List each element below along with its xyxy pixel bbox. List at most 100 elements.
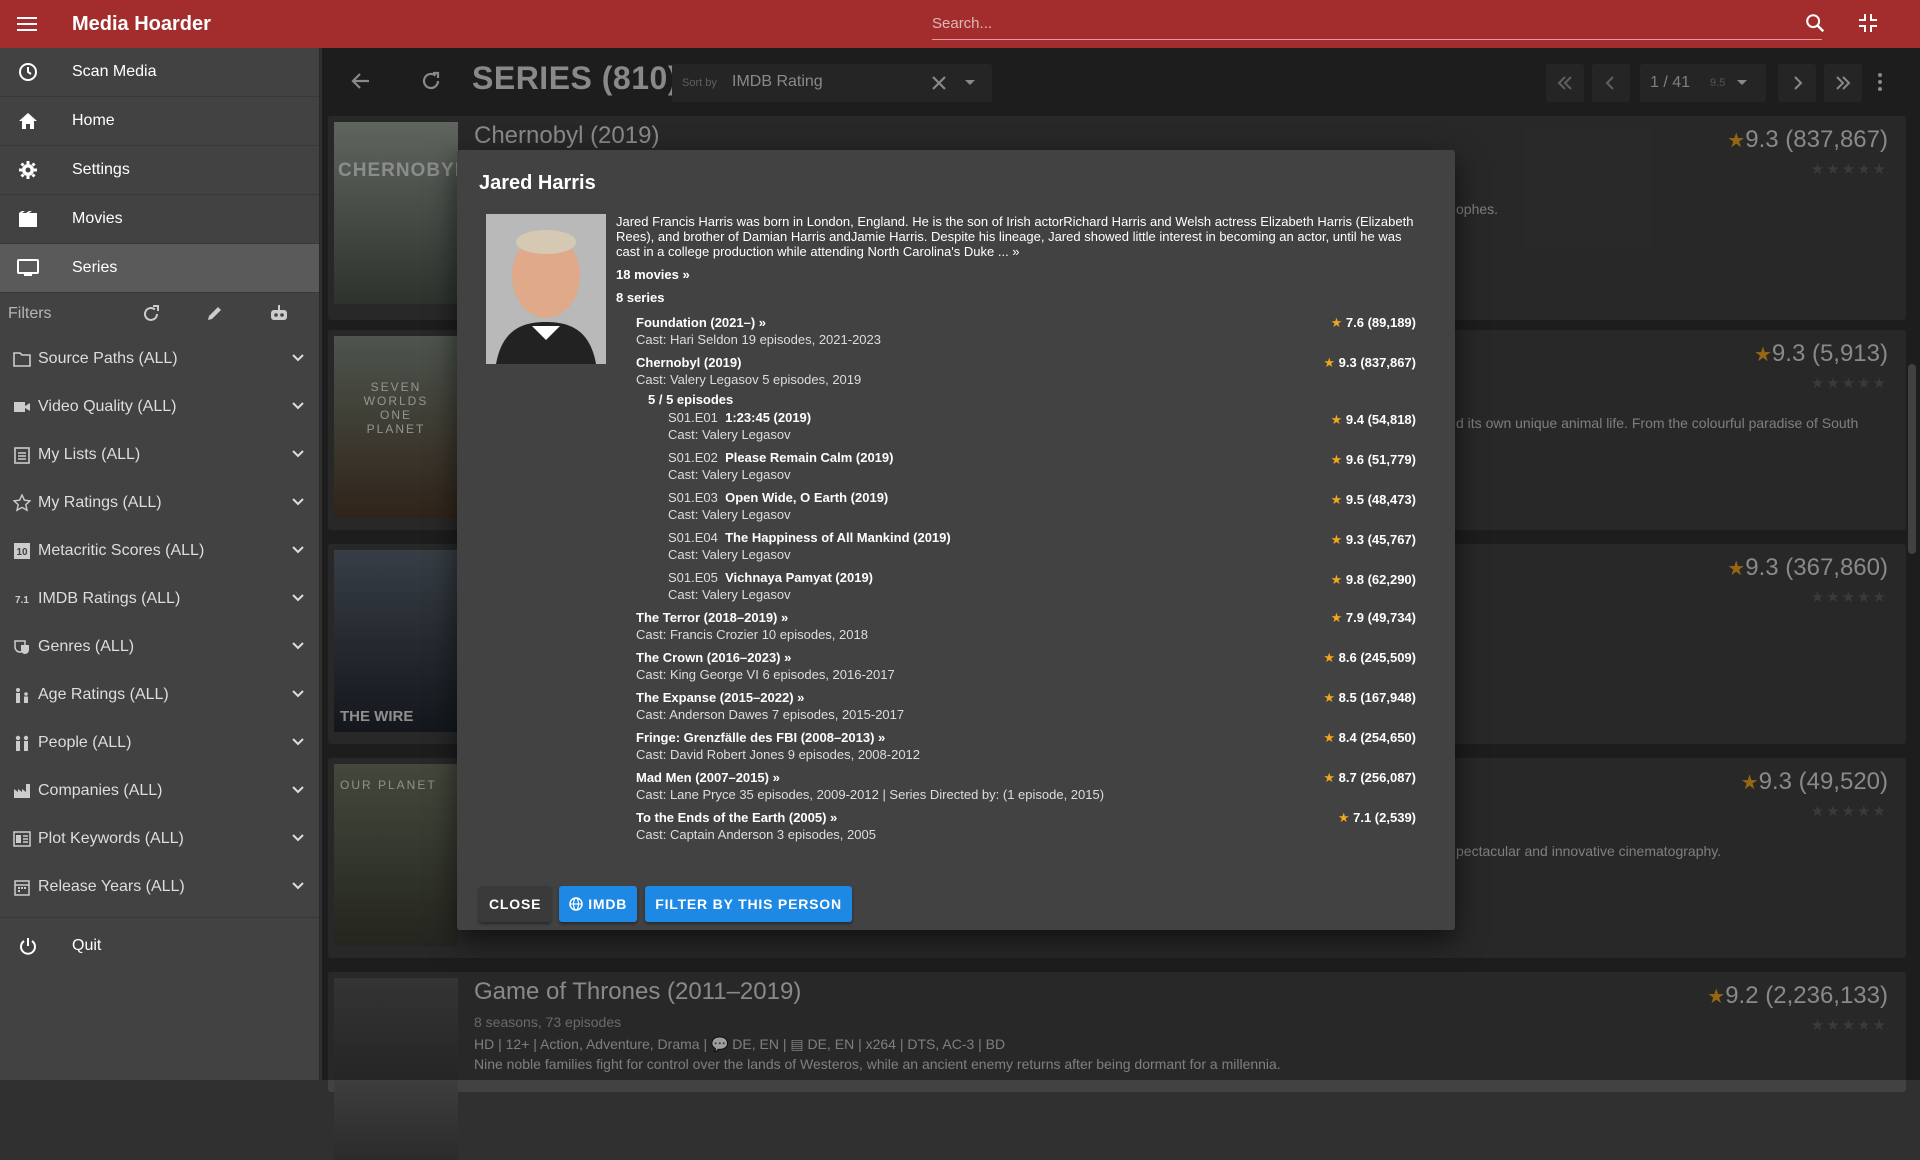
episode-title[interactable]: Please Remain Calm (2019) <box>725 450 893 465</box>
credit-item[interactable]: The Crown (2016–2023) » Cast: King George… <box>636 649 1416 683</box>
episode-cast: Cast: Valery Legasov <box>668 587 791 602</box>
chevron-down-icon <box>292 354 304 362</box>
rating-value: 9.3 (837,867) <box>1338 355 1416 370</box>
credit-title[interactable]: Fringe: Grenzfälle des FBI (2008–2013) » <box>636 729 1416 746</box>
credit-item[interactable]: To the Ends of the Earth (2005) » Cast: C… <box>636 809 1416 843</box>
chevron-down-icon <box>292 450 304 458</box>
nav-label: Scan Media <box>72 63 157 80</box>
search-box <box>932 8 1825 40</box>
chevron-down-icon <box>292 786 304 794</box>
filter-label: Plot Keywords (ALL) <box>38 830 184 847</box>
person-bio[interactable]: Jared Francis Harris was born in London,… <box>616 214 1416 259</box>
rating-value: 7.1 (2,539) <box>1353 810 1416 825</box>
filter-genres[interactable]: Genres (ALL) <box>0 623 319 671</box>
power-icon <box>0 936 56 956</box>
episode-title[interactable]: 1:23:45 (2019) <box>725 410 811 425</box>
credit-title[interactable]: To the Ends of the Earth (2005) » <box>636 809 1416 826</box>
search-icon[interactable] <box>1804 12 1826 34</box>
movies-link[interactable]: 18 movies » <box>616 267 690 282</box>
credit-title[interactable]: The Crown (2016–2023) » <box>636 649 1416 666</box>
credit-item[interactable]: Foundation (2021–) » Cast: Hari Seldon 19… <box>636 314 1416 348</box>
person-photo <box>486 214 606 364</box>
credit-title[interactable]: Chernobyl (2019) <box>636 354 1416 371</box>
credit-item[interactable]: The Expanse (2015–2022) » Cast: Anderson … <box>636 689 1416 723</box>
chevron-down-icon <box>292 882 304 890</box>
episode-rating: ★ 9.3 (45,767) <box>1331 531 1416 548</box>
star-icon: ★ <box>1330 610 1343 625</box>
filter-label: FILTER BY THIS PERSON <box>655 896 842 912</box>
quit-button[interactable]: Quit <box>0 917 319 973</box>
reset-filters-icon[interactable] <box>140 303 162 325</box>
menu-button[interactable] <box>0 0 56 48</box>
filter-label: My Lists (ALL) <box>38 446 141 463</box>
series-count: 8 series <box>616 290 665 305</box>
svg-text:7.1: 7.1 <box>15 595 29 606</box>
credit-title[interactable]: The Expanse (2015–2022) » <box>636 689 1416 706</box>
credit-title[interactable]: The Terror (2018–2019) » <box>636 609 1416 626</box>
chevron-down-icon <box>292 738 304 746</box>
rating-value: 9.5 (48,473) <box>1345 492 1416 507</box>
episode-item[interactable]: S01.E05 Vichnaya Pamyat (2019) Cast: Vale… <box>668 569 1416 603</box>
edit-icon[interactable] <box>205 303 225 323</box>
filter-companies[interactable]: Companies (ALL) <box>0 767 319 815</box>
filter-people[interactable]: People (ALL) <box>0 719 319 767</box>
filter-label: Metacritic Scores (ALL) <box>38 542 205 559</box>
filter-label: Age Ratings (ALL) <box>38 686 169 703</box>
rating-value: 8.7 (256,087) <box>1338 770 1416 785</box>
filter-by-person-button[interactable]: FILTER BY THIS PERSON <box>645 886 852 922</box>
credit-item[interactable]: Mad Men (2007–2015) » Cast: Lane Pryce 35… <box>636 769 1416 803</box>
episode-item[interactable]: S01.E02 Please Remain Calm (2019) Cast: V… <box>668 449 1416 483</box>
video-camera-icon <box>12 400 32 414</box>
credit-cast: Cast: Lane Pryce 35 episodes, 2009-2012 … <box>636 787 1105 802</box>
episode-item[interactable]: S01.E04 The Happiness of All Mankind (20… <box>668 529 1416 563</box>
close-button[interactable]: CLOSE <box>479 886 552 922</box>
credit-title[interactable]: Mad Men (2007–2015) » <box>636 769 1416 786</box>
keywords-icon <box>12 831 32 847</box>
filter-video-quality[interactable]: Video Quality (ALL) <box>0 383 319 431</box>
star-icon: ★ <box>1330 452 1343 467</box>
chevron-down-icon <box>292 642 304 650</box>
nav-movies[interactable]: Movies <box>0 195 319 244</box>
drama-mask-icon <box>12 638 32 656</box>
scan-icon <box>0 62 56 82</box>
credit-title[interactable]: Foundation (2021–) » <box>636 314 1416 331</box>
rating-value: 9.4 (54,818) <box>1345 412 1416 427</box>
credit-rating: ★ 7.6 (89,189) <box>1331 314 1416 331</box>
imdb-rating-icon: 7.1 <box>12 592 32 606</box>
episode-cast: Cast: Valery Legasov <box>668 507 791 522</box>
filter-my-ratings[interactable]: My Ratings (ALL) <box>0 479 319 527</box>
nav-scan-media[interactable]: Scan Media <box>0 48 319 97</box>
chevron-down-icon <box>292 402 304 410</box>
nav-home[interactable]: Home <box>0 97 319 146</box>
credit-item[interactable]: Fringe: Grenzfälle des FBI (2008–2013) »… <box>636 729 1416 763</box>
filter-plot-keywords[interactable]: Plot Keywords (ALL) <box>0 815 319 863</box>
filter-source-paths[interactable]: Source Paths (ALL) <box>0 335 319 383</box>
episode-cast: Cast: Valery Legasov <box>668 427 791 442</box>
search-input[interactable] <box>932 15 1822 32</box>
episode-title[interactable]: Vichnaya Pamyat (2019) <box>725 570 873 585</box>
filter-release-years[interactable]: Release Years (ALL) <box>0 863 319 911</box>
chevron-down-icon <box>292 690 304 698</box>
filter-label: Genres (ALL) <box>38 638 135 655</box>
imdb-button[interactable]: IMDB <box>559 886 638 922</box>
star-icon: ★ <box>1330 532 1343 547</box>
episode-title[interactable]: Open Wide, O Earth (2019) <box>725 490 888 505</box>
filter-label: People (ALL) <box>38 734 132 751</box>
episode-item[interactable]: S01.E01 1:23:45 (2019) Cast: Valery Legas… <box>668 409 1416 443</box>
nav-series[interactable]: Series <box>0 244 319 293</box>
credit-item[interactable]: Chernobyl (2019) Cast: Valery Legasov 5 e… <box>636 354 1416 388</box>
tv-icon <box>0 259 56 277</box>
fullscreen-exit-icon[interactable] <box>1858 13 1878 33</box>
episode-title[interactable]: The Happiness of All Mankind (2019) <box>725 530 951 545</box>
filter-age-ratings[interactable]: Age Ratings (ALL) <box>0 671 319 719</box>
nav-settings[interactable]: Settings <box>0 146 319 195</box>
filter-label: IMDB Ratings (ALL) <box>38 590 181 607</box>
episodes-header[interactable]: 5 / 5 episodes <box>648 392 1416 407</box>
filter-metacritic-scores[interactable]: 10 Metacritic Scores (ALL) <box>0 527 319 575</box>
filter-imdb-ratings[interactable]: 7.1 IMDB Ratings (ALL) <box>0 575 319 623</box>
robot-icon[interactable] <box>268 303 290 323</box>
episode-item[interactable]: S01.E03 Open Wide, O Earth (2019) Cast: V… <box>668 489 1416 523</box>
episode-code: S01.E02 <box>668 450 718 465</box>
filter-my-lists[interactable]: My Lists (ALL) <box>0 431 319 479</box>
credit-item[interactable]: The Terror (2018–2019) » Cast: Francis Cr… <box>636 609 1416 643</box>
